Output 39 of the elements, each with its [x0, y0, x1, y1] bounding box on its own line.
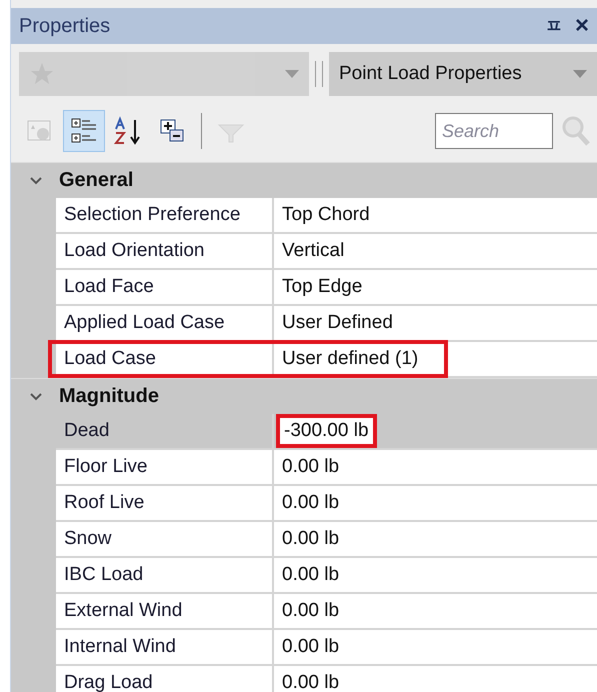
property-name[interactable]: Floor Live: [56, 450, 274, 484]
property-value[interactable]: -300.00 lb: [276, 414, 377, 448]
property-value[interactable]: 0.00 lb: [276, 488, 346, 518]
property-name[interactable]: Internal Wind: [56, 630, 274, 664]
property-value[interactable]: 0.00 lb: [276, 632, 346, 662]
property-value[interactable]: Vertical: [276, 236, 350, 266]
property-value[interactable]: Top Edge: [276, 272, 368, 302]
property-name[interactable]: Load Orientation: [56, 234, 274, 268]
close-button[interactable]: ×: [574, 12, 589, 40]
property-name[interactable]: Snow: [56, 522, 274, 556]
property-value[interactable]: 0.00 lb: [276, 524, 346, 554]
property-value[interactable]: Top Chord: [276, 200, 376, 230]
category-title: General: [59, 169, 134, 192]
property-value[interactable]: User Defined: [276, 308, 399, 338]
property-name[interactable]: IBC Load: [56, 558, 274, 592]
property-value[interactable]: 0.00 lb: [276, 596, 346, 626]
property-name[interactable]: Selection Preference: [56, 198, 274, 232]
chevron-icon[interactable]: [29, 176, 43, 186]
panel-title: Properties: [19, 14, 112, 38]
category-title: Magnitude: [59, 385, 159, 408]
search-field[interactable]: Search: [435, 113, 553, 149]
pin-button[interactable]: ㅍ: [544, 14, 563, 38]
property-value[interactable]: 0.00 lb: [276, 452, 346, 482]
caret-icon: [285, 70, 299, 78]
property-name[interactable]: Roof Live: [56, 486, 274, 520]
property-name[interactable]: External Wind: [56, 594, 274, 628]
property-name[interactable]: Drag Load: [56, 666, 274, 692]
type-dropdown[interactable]: Point Load Properties: [329, 52, 597, 96]
property-name[interactable]: Dead: [56, 414, 274, 448]
caret-icon: [573, 70, 587, 78]
property-value[interactable]: 0.00 lb: [276, 668, 346, 692]
property-name[interactable]: Applied Load Case: [56, 306, 274, 340]
property-name[interactable]: Load Case: [56, 342, 274, 376]
property-name[interactable]: Load Face: [56, 270, 274, 304]
grip-handle[interactable]: [315, 61, 323, 87]
categorized-button[interactable]: [63, 110, 105, 152]
property-value[interactable]: User defined (1): [276, 344, 424, 374]
property-value[interactable]: 0.00 lb: [276, 560, 346, 590]
chevron-icon[interactable]: [29, 392, 43, 402]
